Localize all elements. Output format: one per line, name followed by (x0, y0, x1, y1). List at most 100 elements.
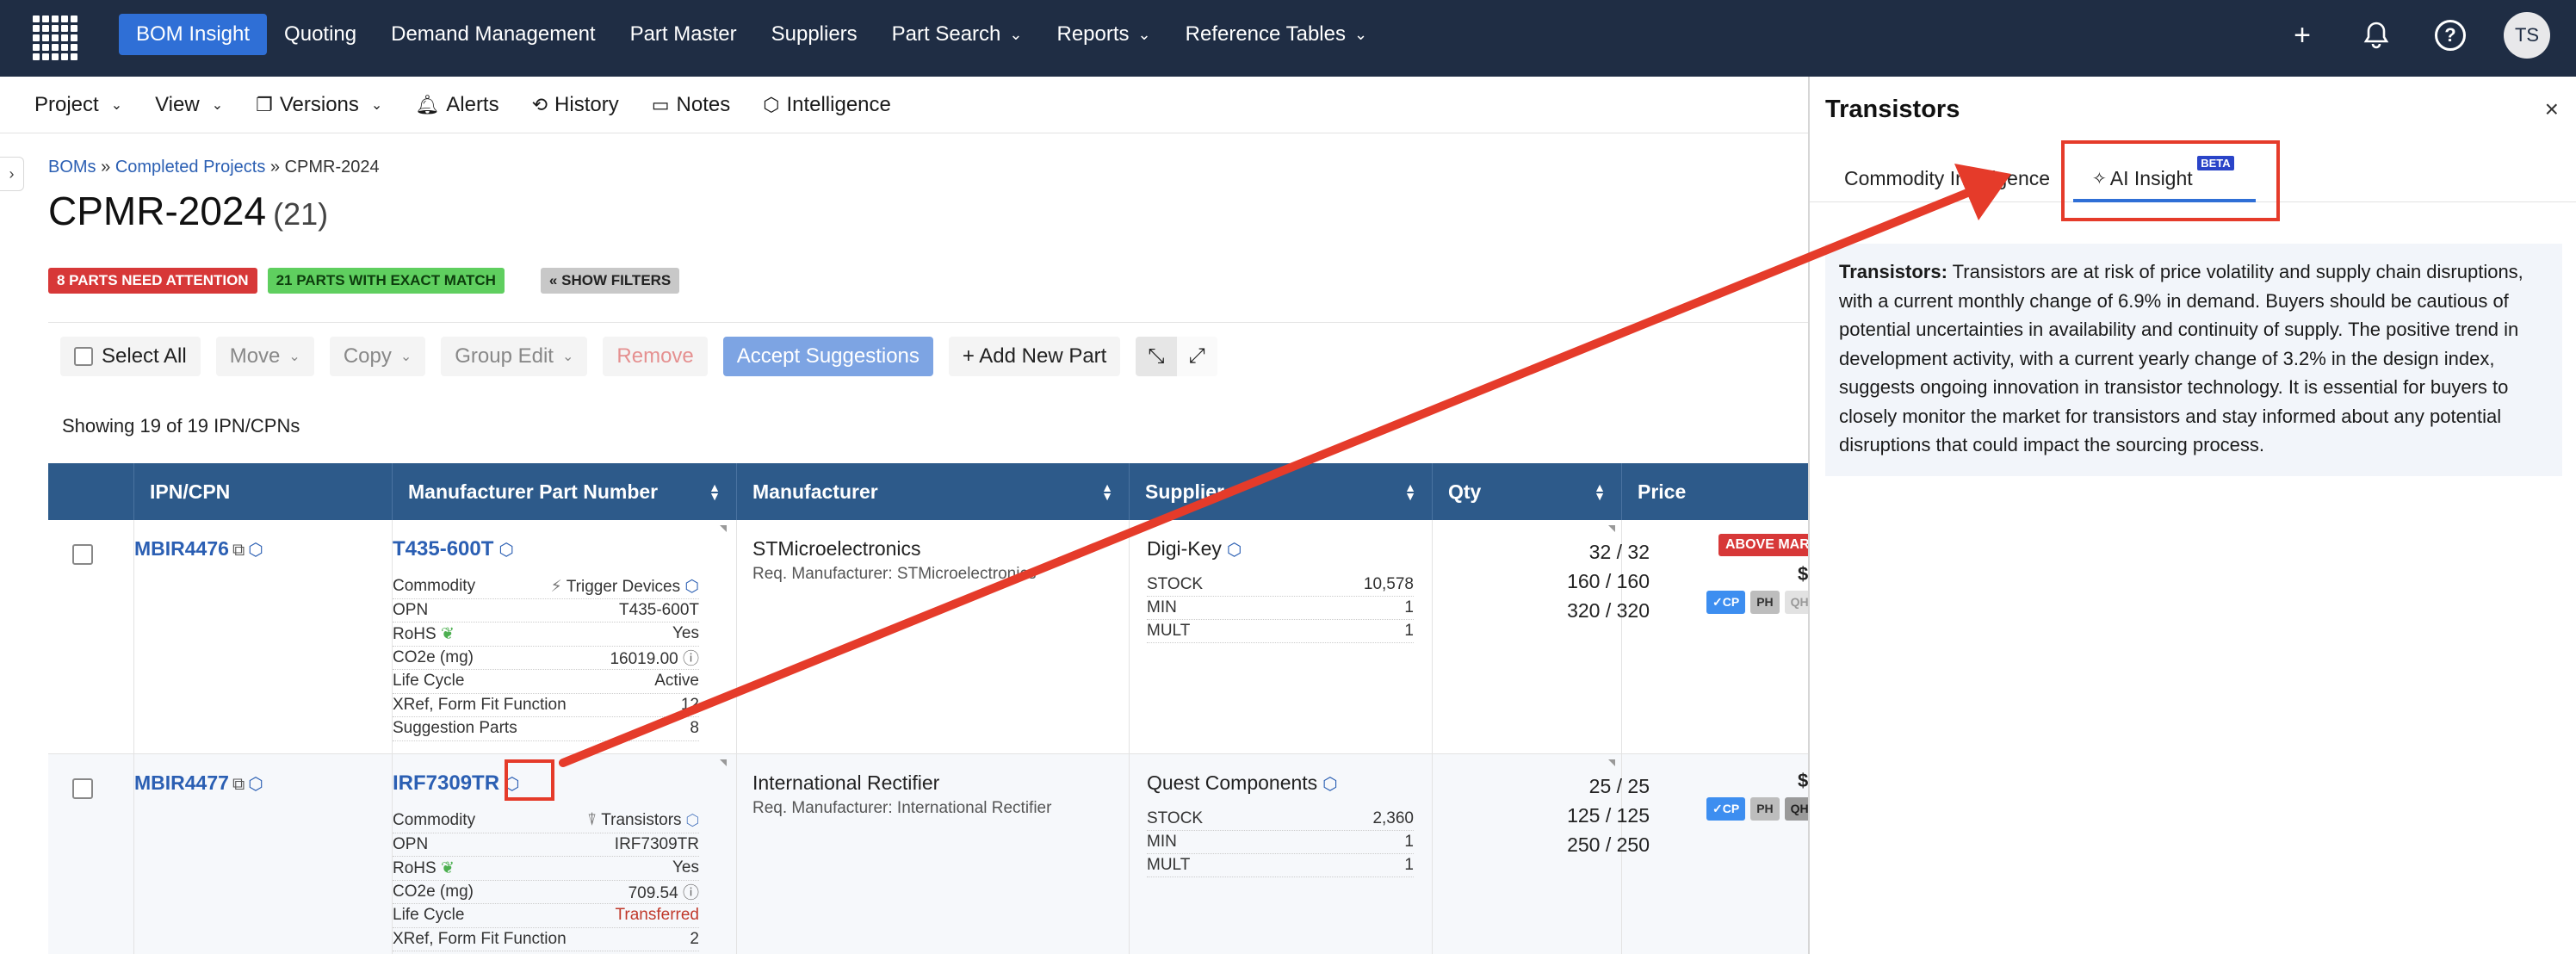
nav-label: Part Master (629, 22, 737, 46)
chip-cp[interactable]: ✓CP (1706, 591, 1746, 614)
corner-marker (1608, 525, 1615, 532)
price-cell: ABOVE MARKET $ ✓CP PH QH (1670, 520, 1808, 753)
attention-badge[interactable]: 8 PARTS NEED ATTENTION (48, 268, 257, 294)
attr-row[interactable]: XRef, Form Fit Function 12 (393, 694, 699, 717)
chip-cp[interactable]: ✓CP (1706, 797, 1746, 821)
manufacturer-name: STMicroelectronics (752, 537, 921, 560)
trigger-icon: ⚡︎ (550, 577, 567, 596)
part-attributes: Commodity ⍒ Transistors ⬡ OPN IRF7309TR Ro… (393, 809, 699, 951)
subnav-notes[interactable]: ▭ Notes (652, 93, 731, 117)
mpn-link[interactable]: T435-600T ⬡ (393, 537, 514, 561)
collapse-icon[interactable]: ⤡ (1136, 336, 1177, 376)
info-icon[interactable]: ⓘ (683, 884, 699, 902)
remove-button[interactable]: Remove (603, 336, 708, 376)
table-row[interactable]: MBIR4476 ⧉ ⬡ T435-600T ⬡ Commodity ⚡︎ Trigge… (48, 520, 1808, 754)
supplier-name[interactable]: Digi-Key ⬡ (1147, 537, 1242, 561)
nav-label: BOM Insight (136, 22, 251, 46)
attr-row[interactable]: Suggestion Parts 8 (393, 717, 699, 741)
attr-value: 2 (690, 929, 699, 948)
subnav-alerts[interactable]: 🔔︎ Alerts (415, 93, 498, 117)
row-checkbox[interactable] (72, 544, 93, 565)
supplier-name[interactable]: Quest Components ⬡ (1147, 771, 1338, 795)
subnav-view[interactable]: View ⌄ (155, 93, 223, 117)
plus-icon[interactable]: + (2282, 15, 2323, 56)
row-checkbox[interactable] (72, 778, 93, 799)
mpn-link[interactable]: IRF7309TR ⬡ (393, 771, 520, 796)
nav-reports[interactable]: Reports ⌄ (1040, 14, 1168, 55)
header-ipn[interactable]: IPN/CPN (134, 463, 393, 520)
cube-icon[interactable]: ⬡ (498, 541, 513, 560)
table-row[interactable]: MBIR4477 ⧉ ⬡ IRF7309TR ⬡ Commodity ⍒ Transis… (48, 754, 1808, 954)
exact-match-badge[interactable]: 21 PARTS WITH EXACT MATCH (267, 268, 505, 294)
move-button[interactable]: Move ⌄ (215, 336, 314, 376)
nav-demand-management[interactable]: Demand Management (374, 14, 612, 55)
chip-qh[interactable]: QH (1784, 591, 1808, 614)
attr-value: 10,578 (1363, 575, 1414, 593)
copy-label: Copy (343, 344, 392, 368)
copy-icon[interactable]: ⧉ (232, 541, 245, 560)
sort-icon[interactable]: ▲ ▼ (709, 481, 721, 502)
select-all-checkbox[interactable] (74, 346, 93, 366)
attr-row: RoHS ❦ Yes (393, 623, 699, 647)
sort-icon[interactable]: ▲ ▼ (1594, 481, 1606, 502)
breadcrumb-completed-projects[interactable]: Completed Projects (115, 158, 266, 177)
bell-icon[interactable] (2356, 15, 2397, 56)
show-filters-button[interactable]: « SHOW FILTERS (540, 268, 680, 294)
nav-reference-tables[interactable]: Reference Tables ⌄ (1168, 14, 1384, 55)
ipn-link[interactable]: MBIR4477 ⧉ ⬡ (134, 771, 263, 795)
nav-part-search[interactable]: Part Search ⌄ (875, 14, 1040, 55)
chip-ph[interactable]: PH (1750, 591, 1780, 614)
subnav-label: History (554, 92, 619, 116)
cube-icon[interactable]: ⬡ (1227, 541, 1242, 560)
help-icon[interactable]: ? (2430, 15, 2471, 56)
close-icon[interactable]: × (2545, 96, 2559, 123)
header-mpn[interactable]: Manufacturer Part Number ▲ ▼ (393, 463, 737, 520)
sort-icon[interactable]: ▲ ▼ (1404, 481, 1416, 502)
group-edit-button[interactable]: Group Edit ⌄ (441, 336, 588, 376)
sort-icon[interactable]: ▲ ▼ (1101, 481, 1113, 502)
page-title-text: CPMR-2024 (48, 189, 267, 233)
cube-icon[interactable]: ⬡ (680, 578, 699, 596)
breadcrumb-boms[interactable]: BOMs (48, 158, 96, 177)
nav-part-master[interactable]: Part Master (613, 14, 754, 55)
app-logo-icon[interactable] (33, 15, 77, 60)
attr-key: STOCK (1147, 809, 1204, 827)
subnav-intelligence[interactable]: ⬡ Intelligence (763, 93, 891, 117)
chip-ph[interactable]: PH (1750, 797, 1780, 821)
chevron-down-icon: ⌄ (110, 97, 123, 113)
info-icon[interactable]: ⓘ (683, 650, 699, 668)
attr-row: Life Cycle Active (393, 670, 699, 694)
nav-bom-insight[interactable]: BOM Insight (119, 14, 268, 55)
header-manufacturer[interactable]: Manufacturer ▲ ▼ (737, 463, 1130, 520)
attr-row: MULT 1 (1147, 854, 1414, 877)
nav-label: Demand Management (391, 22, 596, 46)
nav-quoting[interactable]: Quoting (267, 14, 374, 55)
select-all-button[interactable]: Select All (60, 336, 201, 376)
cube-icon[interactable]: ⬡ (1322, 775, 1337, 794)
subnav-label: Project (34, 92, 99, 116)
subnav-project[interactable]: Project ⌄ (34, 93, 122, 117)
header-price[interactable]: Price (1622, 463, 1808, 520)
header-qty[interactable]: Qty ▲ ▼ (1433, 463, 1622, 520)
copy-button[interactable]: Copy ⌄ (329, 336, 426, 376)
subnav-history[interactable]: ⟲ History (532, 93, 619, 117)
insight-body: Transistors are at risk of price volatil… (1839, 261, 2523, 455)
status-badges: 8 PARTS NEED ATTENTION 21 PARTS WITH EXA… (48, 268, 680, 294)
remove-label: Remove (616, 344, 694, 368)
cube-icon[interactable]: ⬡ (248, 541, 263, 560)
copy-icon[interactable]: ⧉ (232, 775, 245, 794)
attr-row[interactable]: XRef, Form Fit Function 2 (393, 928, 699, 951)
header-supplier[interactable]: Supplier ▲ ▼ (1130, 463, 1433, 520)
expand-icon[interactable]: ⤢ (1176, 336, 1217, 376)
cube-icon[interactable]: ⬡ (248, 775, 263, 794)
ipn-link[interactable]: MBIR4476 ⧉ ⬡ (134, 537, 263, 561)
sidebar-expand-button[interactable]: › (0, 157, 24, 191)
avatar[interactable]: TS (2504, 12, 2550, 59)
cube-icon[interactable]: ⬡ (682, 811, 699, 829)
add-new-part-button[interactable]: + Add New Part (948, 336, 1121, 376)
accept-suggestions-button[interactable]: Accept Suggestions (722, 336, 933, 376)
chip-qh[interactable]: QH (1784, 797, 1808, 821)
nav-suppliers[interactable]: Suppliers (754, 14, 875, 55)
subnav-versions[interactable]: ❐ Versions ⌄ (256, 93, 382, 117)
tab-commodity-intelligence[interactable]: Commodity Intelligence (1844, 154, 2050, 202)
